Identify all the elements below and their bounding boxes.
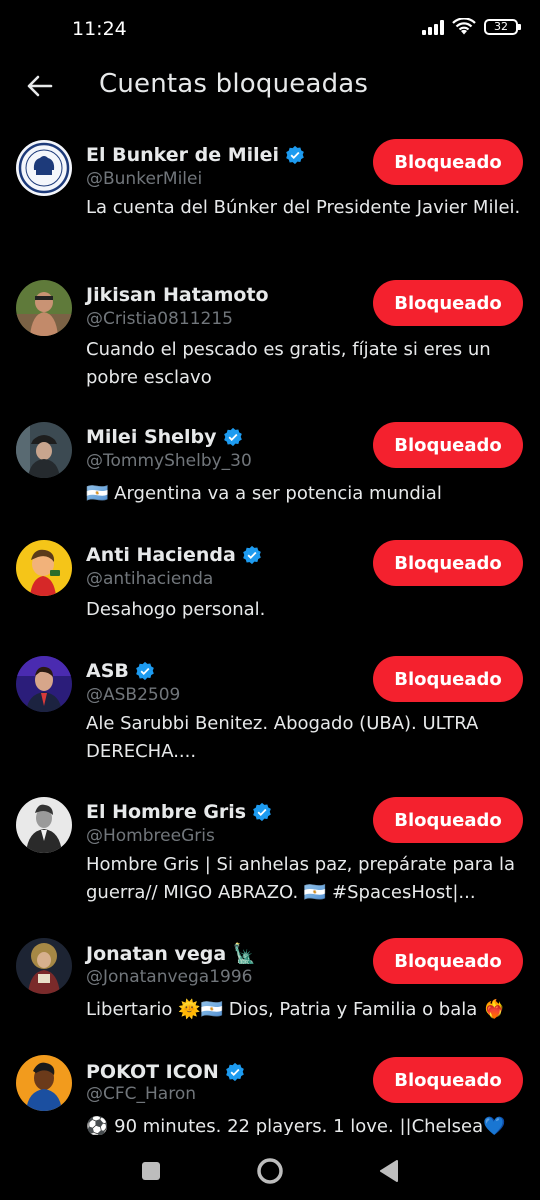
blocked-button[interactable]: Bloqueado bbox=[373, 139, 523, 185]
name-line: Jonatan vega 🗽 bbox=[86, 938, 256, 968]
avatar[interactable] bbox=[16, 1055, 72, 1111]
bio: 🇦🇷 Argentina va a ser potencia mundial bbox=[86, 483, 442, 504]
account-row[interactable]: Jikisan Hatamoto @Cristia0811215 Cuando … bbox=[0, 280, 540, 400]
name-line: POKOT ICON bbox=[86, 1057, 245, 1087]
status-icons: 32 bbox=[422, 18, 521, 36]
handle: @antihacienda bbox=[86, 569, 214, 589]
verified-badge-icon bbox=[136, 661, 154, 681]
signal-icon bbox=[422, 19, 444, 35]
display-name: Jikisan Hatamoto bbox=[86, 284, 269, 306]
avatar[interactable] bbox=[16, 422, 72, 478]
battery-icon: 32 bbox=[484, 19, 521, 35]
name-line: El Hombre Gris bbox=[86, 797, 272, 827]
account-row[interactable]: Jonatan vega 🗽 @Jonatanvega1996 Libertar… bbox=[0, 938, 540, 1038]
account-row[interactable]: ASB @ASB2509 Ale Sarubbi Benitez. Abogad… bbox=[0, 656, 540, 776]
display-name: Milei Shelby bbox=[86, 426, 217, 448]
bio: Hombre Gris | Si anhelas paz, prepárate … bbox=[86, 854, 515, 903]
blocked-button[interactable]: Bloqueado bbox=[373, 280, 523, 326]
verified-badge-icon bbox=[225, 1062, 244, 1082]
arrow-left-icon bbox=[27, 75, 53, 97]
avatar[interactable] bbox=[16, 280, 72, 336]
blocked-button[interactable]: Bloqueado bbox=[373, 1057, 523, 1103]
handle: @Jonatanvega1996 bbox=[86, 967, 253, 987]
blocked-button[interactable]: Bloqueado bbox=[373, 540, 523, 586]
account-row[interactable]: POKOT ICON @CFC_Haron ⚽ 90 minutes. 22 p… bbox=[0, 1055, 540, 1135]
avatar[interactable] bbox=[16, 540, 72, 596]
battery-level: 32 bbox=[494, 20, 508, 33]
handle: @BunkerMilei bbox=[86, 169, 203, 189]
header: Cuentas bloqueadas bbox=[0, 60, 540, 118]
account-row[interactable]: Anti Hacienda @antihacienda Desahogo per… bbox=[0, 540, 540, 640]
display-name: Anti Hacienda bbox=[86, 544, 236, 566]
bio: La cuenta del Búnker del Presidente Javi… bbox=[86, 197, 521, 218]
back-nav-button[interactable] bbox=[372, 1154, 406, 1188]
avatar[interactable] bbox=[16, 140, 72, 196]
handle: @CFC_Haron bbox=[86, 1084, 197, 1104]
status-time: 11:24 bbox=[72, 18, 127, 40]
name-line: Anti Hacienda bbox=[86, 540, 262, 570]
bio: Cuando el pescado es gratis, fíjate si e… bbox=[86, 339, 491, 388]
blocked-button[interactable]: Bloqueado bbox=[373, 656, 523, 702]
recents-button[interactable] bbox=[134, 1154, 168, 1188]
verified-badge-icon bbox=[242, 545, 261, 565]
account-row[interactable]: Milei Shelby @TommyShelby_30 🇦🇷 Argentin… bbox=[0, 422, 540, 522]
bio: Libertario 🌞🇦🇷 Dios, Patria y Familia o … bbox=[86, 999, 506, 1020]
system-nav-bar bbox=[0, 1140, 540, 1200]
verified-badge-icon bbox=[223, 427, 242, 447]
avatar[interactable] bbox=[16, 938, 72, 994]
blocked-button[interactable]: Bloqueado bbox=[373, 422, 523, 468]
display-name: ASB bbox=[86, 660, 129, 682]
name-line: El Bunker de Milei bbox=[86, 140, 305, 170]
back-triangle-icon bbox=[380, 1160, 398, 1182]
handle: @HombreeGris bbox=[86, 826, 215, 846]
verified-badge-icon bbox=[253, 802, 271, 822]
display-name: El Bunker de Milei bbox=[86, 144, 280, 166]
blocked-button[interactable]: Bloqueado bbox=[373, 938, 523, 984]
bio: Ale Sarubbi Benitez. Abogado (UBA). ULTR… bbox=[86, 713, 479, 762]
handle: @TommyShelby_30 bbox=[86, 451, 252, 471]
home-circle-icon bbox=[257, 1158, 283, 1184]
handle: @ASB2509 bbox=[86, 685, 181, 705]
wifi-icon bbox=[452, 18, 476, 35]
verified-badge-icon bbox=[286, 145, 304, 165]
home-button[interactable] bbox=[253, 1154, 287, 1188]
recents-square-icon bbox=[142, 1162, 160, 1180]
account-row[interactable]: El Hombre Gris @HombreeGris Hombre Gris … bbox=[0, 797, 540, 917]
bio: Desahogo personal. bbox=[86, 599, 266, 620]
handle: @Cristia0811215 bbox=[86, 309, 233, 329]
avatar[interactable] bbox=[16, 797, 72, 853]
bio: ⚽ 90 minutes. 22 players. 1 love. ||Chel… bbox=[86, 1116, 506, 1135]
status-bar: 11:24 32 bbox=[0, 0, 540, 60]
display-name: POKOT ICON bbox=[86, 1061, 219, 1083]
name-line: Jikisan Hatamoto bbox=[86, 280, 269, 310]
name-line: Milei Shelby bbox=[86, 422, 243, 452]
blocked-button[interactable]: Bloqueado bbox=[373, 797, 523, 843]
page-title: Cuentas bloqueadas bbox=[99, 69, 369, 99]
display-name: Jonatan vega 🗽 bbox=[86, 942, 257, 965]
account-row[interactable]: El Bunker de Milei @BunkerMilei La cuent… bbox=[0, 138, 540, 258]
avatar[interactable] bbox=[16, 656, 72, 712]
name-line: ASB bbox=[86, 656, 155, 686]
back-button[interactable] bbox=[22, 68, 58, 104]
display-name: El Hombre Gris bbox=[86, 801, 247, 823]
